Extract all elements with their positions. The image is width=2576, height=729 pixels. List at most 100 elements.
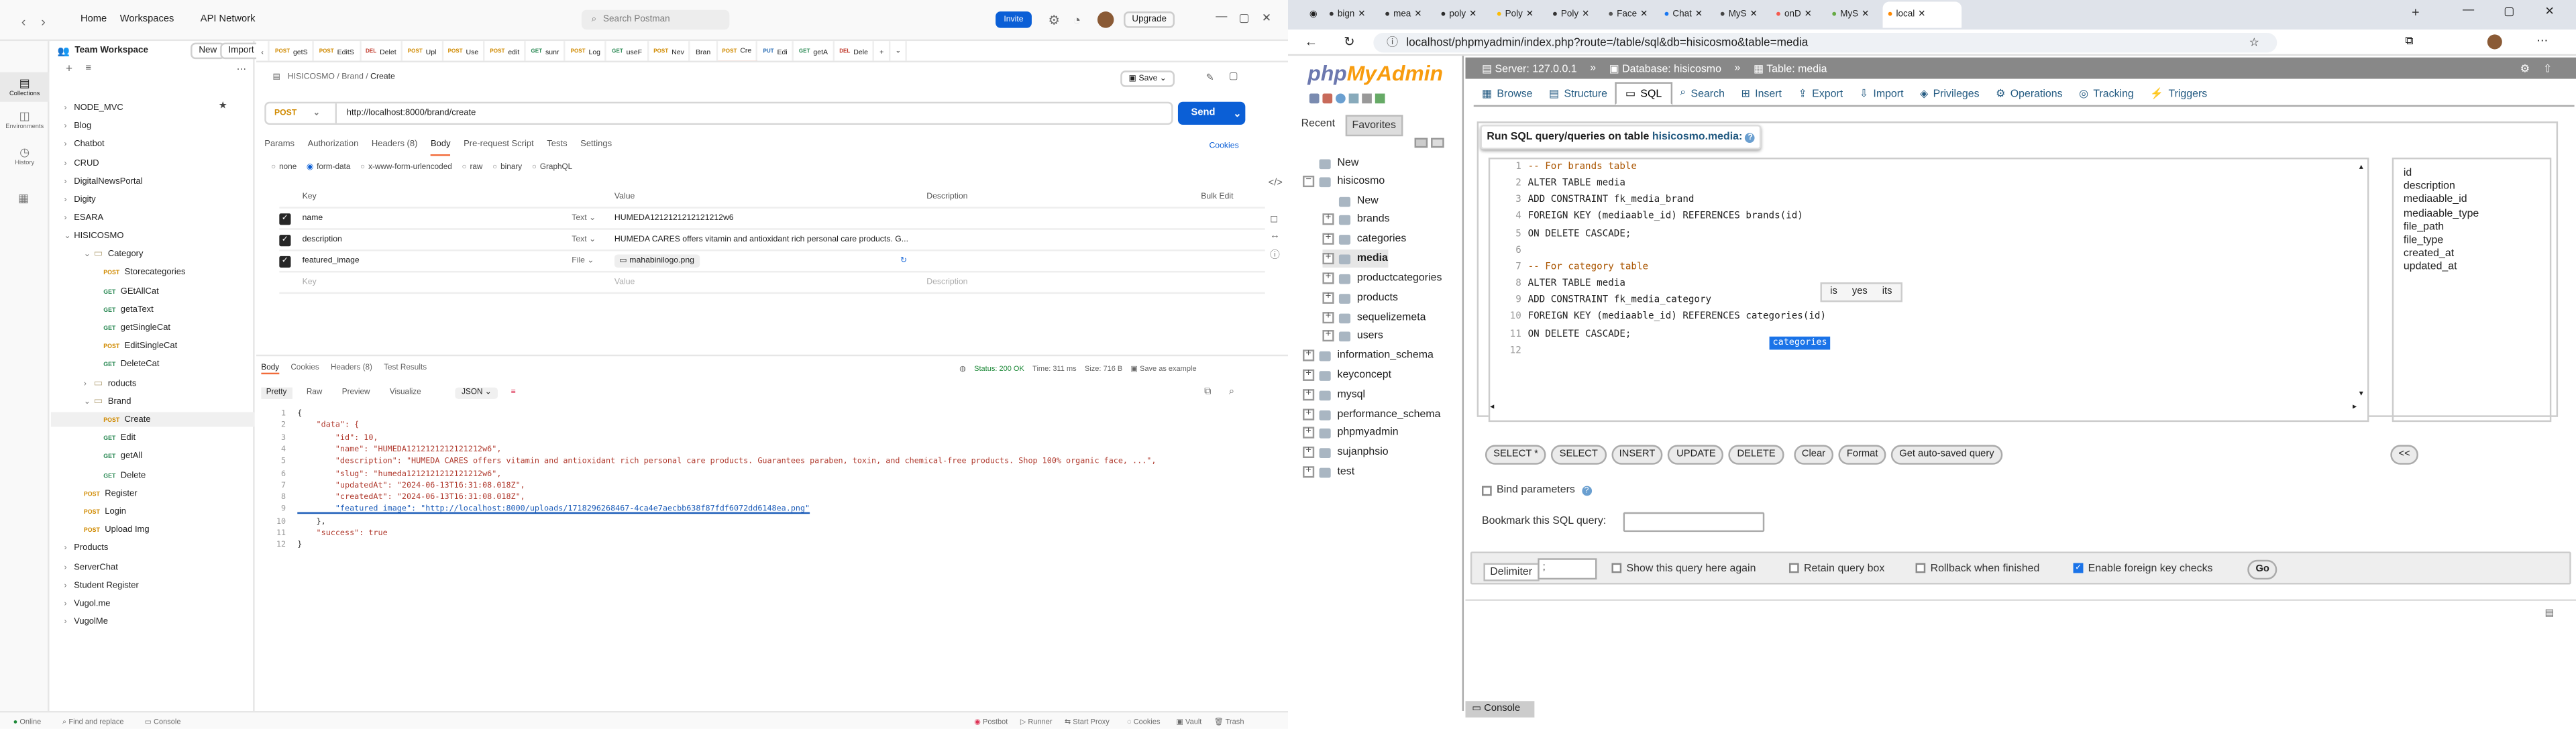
- expand-icon[interactable]: +: [1303, 446, 1315, 458]
- settings-icon[interactable]: ⚙: [1048, 13, 1060, 28]
- table-item[interactable]: + sequelizemeta: [1322, 309, 1426, 327]
- response-divider[interactable]: [256, 354, 1289, 357]
- cookies-link[interactable]: Cookies: [1209, 142, 1238, 152]
- request-tab[interactable]: DEL Dele: [835, 41, 875, 61]
- sql-button[interactable]: Format: [1838, 445, 1886, 465]
- sql-button[interactable]: INSERT: [1611, 445, 1664, 465]
- database-item[interactable]: + information_schema: [1303, 347, 1434, 365]
- pma-tab[interactable]: ▭ SQL: [1615, 82, 1672, 105]
- menu-icon[interactable]: ⋯: [2536, 34, 2548, 48]
- console-toggle[interactable]: ▭ Console: [145, 718, 181, 728]
- pma-tab[interactable]: ⚡ Triggers: [2142, 82, 2215, 105]
- browser-tab[interactable]: ● Poly ✕: [1491, 1, 1546, 27]
- sql-button[interactable]: UPDATE: [1668, 445, 1724, 465]
- search-postman-box[interactable]: ⌕ Search Postman: [581, 9, 730, 30]
- database-item[interactable]: + test: [1303, 463, 1354, 481]
- tree-collection[interactable]: › Student Register: [51, 578, 255, 593]
- database-item[interactable]: − hisicosmo: [1303, 172, 1385, 190]
- close-tab-icon[interactable]: ✕: [1414, 10, 1421, 20]
- chevron-down-icon[interactable]: ⌄: [84, 396, 94, 406]
- chevron-down-icon[interactable]: ⌄: [84, 249, 94, 259]
- body-type-radio[interactable]: ○ GraphQL: [532, 164, 572, 172]
- tree-collection[interactable]: ⌄ HISICOSMO: [51, 228, 255, 243]
- tree-folder[interactable]: › ▭ roducts: [51, 376, 255, 391]
- collections-nav[interactable]: ▤ Collections: [0, 72, 50, 102]
- tree-request[interactable]: GET GEtAllCat: [51, 284, 255, 299]
- show-query-option[interactable]: Show this query here again: [1611, 563, 1756, 575]
- sql-button[interactable]: SELECT *: [1485, 445, 1547, 465]
- request-tab[interactable]: POST Log: [566, 41, 607, 61]
- invite-button[interactable]: Invite: [996, 11, 1032, 28]
- search-icon[interactable]: ⌕: [1229, 388, 1234, 399]
- upgrade-button[interactable]: Upgrade: [1124, 11, 1175, 28]
- expand-icon[interactable]: +: [1303, 427, 1315, 439]
- collapse-icon[interactable]: −: [1303, 175, 1315, 188]
- chevron-right-icon[interactable]: ›: [64, 598, 74, 608]
- tree-request[interactable]: POST Register: [51, 486, 255, 501]
- table-item[interactable]: New: [1322, 192, 1379, 210]
- bind-params-checkbox[interactable]: [1481, 485, 1492, 496]
- online-status[interactable]: ● Online: [13, 718, 42, 726]
- type-select[interactable]: Text ⌄: [572, 213, 596, 223]
- collapse-icon[interactable]: ⇧: [2543, 62, 2552, 74]
- link-icon[interactable]: ↔: [1270, 231, 1280, 241]
- bulk-edit-link[interactable]: Bulk Edit: [1201, 192, 1233, 202]
- url-field[interactable]: ⓘ localhost/phpmyadmin/index.php?route=/t…: [1373, 32, 2277, 53]
- collapse-all-icon[interactable]: [1414, 137, 1428, 148]
- database-item[interactable]: New: [1303, 154, 1358, 172]
- chevron-right-icon[interactable]: ›: [64, 139, 74, 149]
- favorites-tab[interactable]: Favorites: [1345, 115, 1403, 137]
- body-type-radio[interactable]: ○ raw: [462, 164, 482, 172]
- body-type-radio[interactable]: ○ none: [271, 164, 297, 172]
- close-tab-icon[interactable]: ✕: [1640, 10, 1648, 20]
- request-subtab[interactable]: Tests: [547, 139, 567, 156]
- code-icon[interactable]: </>: [1269, 179, 1283, 189]
- chevron-right-icon[interactable]: ›: [64, 103, 74, 113]
- postbot-button[interactable]: ◉ Postbot: [974, 718, 1008, 728]
- table-item[interactable]: + productcategories: [1322, 269, 1442, 287]
- tree-request[interactable]: GET DeleteCat: [51, 356, 255, 371]
- response-view-tab[interactable]: Visualize: [385, 388, 427, 399]
- chevron-right-icon[interactable]: ›: [64, 213, 74, 223]
- apps-icon[interactable]: ▦: [18, 192, 29, 205]
- sql-docs-icon[interactable]: [1348, 93, 1359, 104]
- workspace-name[interactable]: Team Workspace: [74, 46, 148, 56]
- new-tab-icon[interactable]: +: [2412, 5, 2419, 19]
- close-tab-icon[interactable]: ✕: [1695, 10, 1703, 20]
- chevron-right-icon[interactable]: ›: [64, 616, 74, 626]
- pma-tab[interactable]: ⊞ Insert: [1733, 82, 1790, 105]
- response-view-tab[interactable]: Preview: [337, 388, 374, 399]
- form-key[interactable]: featured_image: [303, 256, 360, 266]
- tree-collection[interactable]: › ServerChat: [51, 560, 255, 575]
- add-icon[interactable]: +: [66, 64, 72, 75]
- close-tab-icon[interactable]: ✕: [1526, 10, 1534, 20]
- request-tab[interactable]: POST edit: [485, 41, 527, 61]
- body-type-radio[interactable]: ○ x-www-form-urlencoded: [360, 164, 452, 172]
- tree-collection[interactable]: › DigitalNewsPortal: [51, 174, 255, 188]
- form-key[interactable]: description: [303, 235, 342, 245]
- editor-scroll-up[interactable]: ▴: [2359, 162, 2363, 172]
- request-tab[interactable]: DEL Delet: [361, 41, 403, 61]
- refresh-icon[interactable]: ↻: [900, 256, 907, 266]
- pma-tab[interactable]: ⚙ Operations: [1988, 82, 2071, 105]
- tree-folder[interactable]: ⌄ ▭ Category: [51, 246, 255, 261]
- profile-icon[interactable]: [2487, 34, 2502, 50]
- docs-icon[interactable]: [1336, 93, 1346, 104]
- format-select[interactable]: JSON ⌄: [455, 387, 498, 399]
- request-subtab[interactable]: Pre-request Script: [464, 139, 534, 156]
- response-tab[interactable]: Test Results: [384, 364, 427, 374]
- expand-icon[interactable]: +: [1322, 330, 1334, 342]
- column-name[interactable]: description: [2404, 181, 2540, 194]
- pma-logo[interactable]: phpMyAdmin: [1307, 61, 1443, 86]
- request-tab[interactable]: PUT Edi: [758, 41, 794, 61]
- close-tab-icon[interactable]: ✕: [1862, 10, 1869, 20]
- request-subtab[interactable]: Settings: [580, 139, 612, 156]
- request-tab[interactable]: POST Cre: [717, 41, 759, 61]
- browser-tab[interactable]: ● MyS ✕: [1827, 1, 1881, 27]
- chevron-down-icon[interactable]: ⌄: [1233, 107, 1241, 119]
- browser-tab[interactable]: ● poly ✕: [1436, 1, 1490, 27]
- home-link[interactable]: Home: [80, 15, 107, 25]
- form-value[interactable]: ▭ mahabinilogo.png: [614, 254, 700, 268]
- browser-tab[interactable]: ● Poly ✕: [1547, 1, 1601, 27]
- tree-collection[interactable]: › VugolMe: [51, 614, 255, 629]
